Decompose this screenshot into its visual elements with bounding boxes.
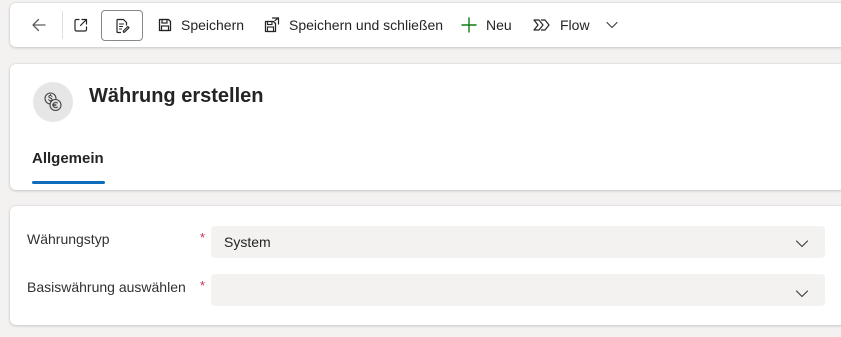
save-and-close-icon (264, 17, 280, 33)
base-currency-select[interactable] (211, 274, 825, 306)
form-edit-icon (116, 18, 130, 33)
new-label: Neu (486, 17, 512, 33)
save-icon (158, 18, 172, 32)
currency-type-select[interactable]: System (211, 226, 825, 258)
save-button[interactable]: Speichern (153, 9, 248, 41)
currency-type-label: Währungstyp (27, 231, 110, 247)
form-header: Währung erstellen Allgemein (10, 64, 841, 190)
open-external-icon (74, 18, 88, 32)
form-edit-button[interactable] (101, 10, 143, 41)
selected-tab-indicator (32, 181, 105, 184)
new-button[interactable]: Neu (456, 9, 516, 41)
chevron-down-icon (795, 286, 809, 302)
flow-menu-button[interactable]: Flow (528, 9, 622, 41)
flow-icon (533, 19, 550, 31)
save-and-close-button[interactable]: Speichern und schließen (259, 9, 447, 41)
command-bar: Speichern Speichern und schließen Neu Fl… (10, 3, 841, 47)
base-currency-label: Basiswährung auswählen (27, 279, 186, 295)
arrow-left-icon (32, 18, 46, 32)
plus-icon (461, 17, 477, 33)
chevron-down-icon (795, 236, 809, 252)
required-indicator: * (200, 278, 206, 293)
back-button[interactable] (23, 9, 55, 41)
save-and-close-label: Speichern und schließen (289, 17, 444, 33)
flow-label: Flow (560, 17, 590, 33)
form-section: Währungstyp * System Basiswährung auswäh… (10, 206, 841, 325)
currency-type-value: System (224, 234, 271, 250)
chevron-down-icon (605, 21, 618, 29)
page-title: Währung erstellen (89, 85, 264, 107)
tab-allgemein[interactable]: Allgemein (32, 150, 104, 167)
required-indicator: * (200, 230, 206, 245)
toolbar-divider (62, 11, 63, 39)
save-label: Speichern (181, 17, 245, 33)
open-in-new-window-button[interactable] (65, 9, 97, 41)
currency-icon (33, 82, 73, 122)
